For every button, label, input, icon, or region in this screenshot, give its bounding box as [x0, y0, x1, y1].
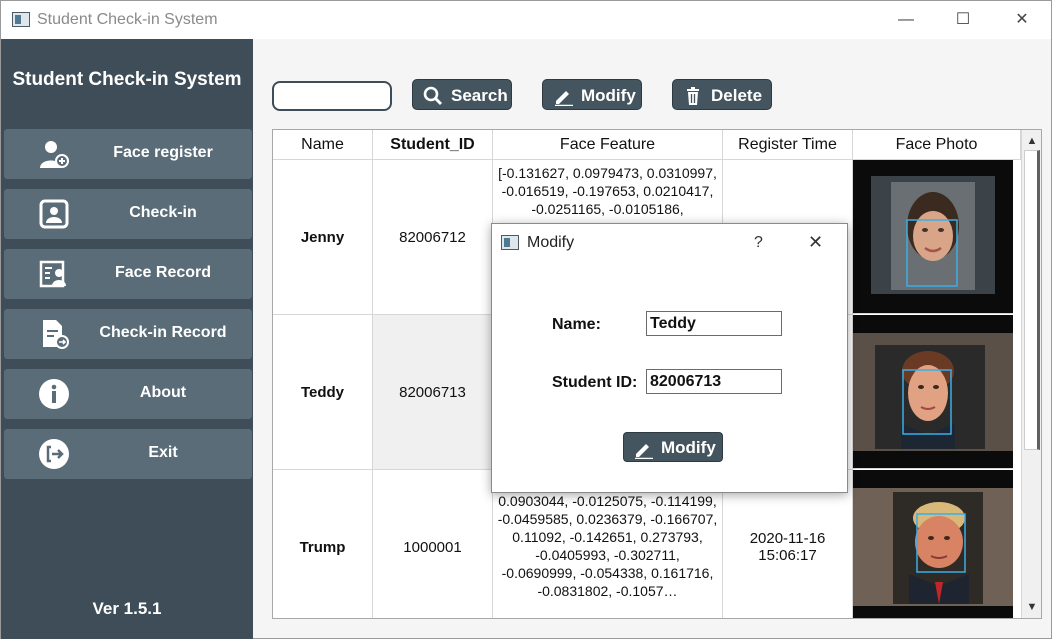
- maximize-button[interactable]: ☐: [943, 7, 983, 33]
- sidebar-brand: Student Check-in System: [12, 69, 242, 90]
- column-header-face-photo[interactable]: Face Photo: [853, 130, 1021, 160]
- table-cell-student-id[interactable]: 1000001: [373, 470, 493, 618]
- check-in-record-icon: [38, 318, 70, 350]
- search-input[interactable]: [272, 81, 392, 111]
- student-id-label: Student ID:: [552, 374, 638, 391]
- sidebar-item-label: Check-in Record: [99, 324, 227, 341]
- dialog-app-icon: [501, 235, 519, 250]
- exit-icon: [38, 438, 70, 470]
- version-label: Ver 1.5.1: [92, 599, 162, 618]
- dialog-close-button[interactable]: ✕: [808, 232, 823, 253]
- face-photo[interactable]: [853, 160, 1013, 314]
- name-label: Name:: [552, 316, 601, 333]
- face-photo[interactable]: [853, 470, 1013, 618]
- face-record-icon: [38, 258, 70, 290]
- dialog-help-button[interactable]: ?: [754, 234, 763, 252]
- name-field[interactable]: [646, 311, 782, 336]
- app-icon: [12, 12, 30, 27]
- sidebar-item-label: Check-in: [129, 204, 197, 221]
- scroll-thumb[interactable]: [1024, 150, 1040, 450]
- face-register-icon: [38, 138, 70, 170]
- sidebar-item-label: About: [139, 384, 187, 401]
- table-cell-student-id[interactable]: 82006712: [373, 160, 493, 315]
- delete-button[interactable]: Delete: [672, 79, 772, 110]
- column-header-face-feature[interactable]: Face Feature: [493, 130, 723, 160]
- sidebar-item-label: Exit: [148, 444, 178, 461]
- sidebar-item-exit[interactable]: Exit: [4, 429, 252, 479]
- pencil-icon: [555, 91, 573, 106]
- title-bar: Student Check-in System — ☐ ✕: [1, 1, 1051, 39]
- table-cell-student-id[interactable]: 82006713: [373, 315, 493, 470]
- modify-button[interactable]: Modify: [542, 79, 642, 110]
- modify-dialog: Modify ? ✕ Name: Student ID: Modify: [491, 223, 848, 493]
- scroll-down-arrow[interactable]: ▼: [1022, 598, 1041, 616]
- column-header-name[interactable]: Name: [273, 130, 373, 160]
- sidebar-item-label: Face Record: [114, 264, 212, 281]
- delete-button-label: Delete: [711, 86, 763, 105]
- table-scrollbar[interactable]: ▲ ▼: [1021, 130, 1041, 618]
- table-cell-name[interactable]: Jenny: [273, 160, 373, 315]
- search-button[interactable]: Search: [412, 79, 512, 110]
- search-icon: [423, 86, 443, 106]
- search-button-label: Search: [451, 86, 508, 105]
- table-cell-name[interactable]: Trump: [273, 470, 373, 618]
- close-button[interactable]: ✕: [1002, 7, 1042, 33]
- dialog-modify-button-label: Modify: [661, 438, 716, 457]
- sidebar-item-face-register[interactable]: Face register: [4, 129, 252, 179]
- trash-icon: [687, 87, 699, 105]
- window-title: Student Check-in System: [37, 11, 218, 28]
- sidebar-item-about[interactable]: About: [4, 369, 252, 419]
- sidebar: Student Check-in System Face register Ch…: [1, 39, 253, 639]
- sidebar-item-face-record[interactable]: Face Record: [4, 249, 252, 299]
- dialog-title: Modify: [527, 234, 575, 251]
- info-icon: [38, 378, 70, 410]
- table-cell-name[interactable]: Teddy: [273, 315, 373, 470]
- modify-button-label: Modify: [581, 86, 636, 105]
- main-window: Student Check-in System — ☐ ✕ Student Ch…: [0, 0, 1052, 639]
- sidebar-item-check-in-record[interactable]: Check-in Record: [4, 309, 252, 359]
- minimize-button[interactable]: —: [886, 7, 926, 33]
- sidebar-item-check-in[interactable]: Check-in: [4, 189, 252, 239]
- sidebar-item-label: Face register: [113, 144, 213, 161]
- pencil-icon: [635, 444, 653, 459]
- scroll-up-arrow[interactable]: ▲: [1022, 132, 1041, 150]
- check-in-icon: [38, 198, 70, 230]
- column-header-student-id[interactable]: Student_ID: [373, 130, 493, 160]
- dialog-modify-button[interactable]: Modify: [623, 432, 723, 462]
- column-header-register-time[interactable]: Register Time: [723, 130, 853, 160]
- face-photo[interactable]: [853, 315, 1013, 469]
- student-id-field[interactable]: [646, 369, 782, 394]
